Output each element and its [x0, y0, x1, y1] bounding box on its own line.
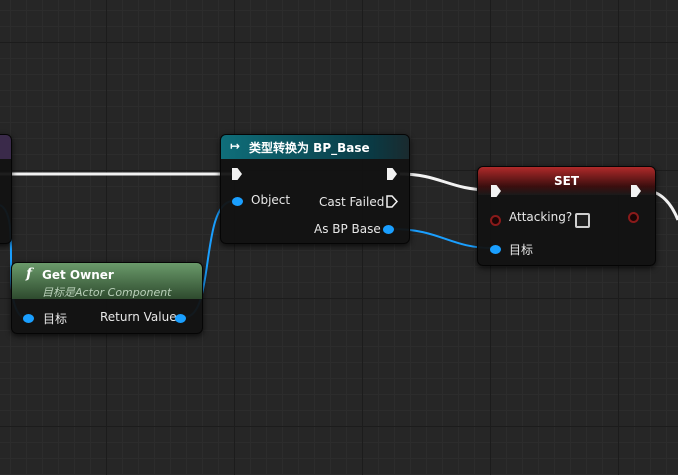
cast-object-pin[interactable] [232, 197, 243, 206]
cast-object-label: Object [251, 193, 291, 207]
set-node-title: SET [553, 174, 580, 188]
attacking-checkbox[interactable] [575, 213, 590, 228]
attacking-bool-pin[interactable] [490, 215, 501, 226]
cast-node-title: 类型转换为 BP_Base [249, 141, 370, 155]
set-node-header: SET [478, 167, 655, 195]
get-owner-title: Get Owner [42, 268, 114, 282]
cast-exec-out-pin[interactable] [387, 168, 397, 180]
set-target-pin[interactable] [490, 245, 501, 254]
offscreen-left-node[interactable] [0, 134, 12, 244]
cast-exec-in-pin[interactable] [232, 168, 242, 180]
set-attacking-node[interactable]: SET Attacking? 目标 [477, 166, 656, 266]
get-owner-target-pin[interactable] [23, 314, 34, 323]
function-f-icon: f [26, 266, 33, 282]
cast-failed-exec-pin[interactable] [386, 195, 398, 208]
as-bp-base-label: As BP Base [314, 222, 381, 236]
get-owner-header: f Get Owner 目标是Actor Component [12, 263, 202, 299]
get-owner-subtitle: 目标是Actor Component [42, 286, 172, 299]
return-value-pin[interactable] [175, 314, 186, 323]
set-target-label: 目标 [509, 243, 534, 257]
cast-to-bp-base-node[interactable]: ↦ 类型转换为 BP_Base Object Cast Failed As BP… [220, 134, 410, 244]
attacking-out-pin[interactable] [628, 212, 639, 223]
cast-failed-label: Cast Failed [319, 195, 385, 209]
attacking-label: Attacking? [509, 210, 573, 224]
get-owner-target-label: 目标 [43, 312, 68, 326]
as-bp-base-pin[interactable] [383, 225, 394, 234]
offscreen-left-node-header [0, 135, 11, 159]
cast-arrows-icon: ↦ [230, 139, 241, 153]
get-owner-node[interactable]: f Get Owner 目标是Actor Component 目标 Return… [11, 262, 203, 334]
return-value-label: Return Value [100, 310, 177, 324]
cast-node-header: ↦ 类型转换为 BP_Base [221, 135, 409, 159]
